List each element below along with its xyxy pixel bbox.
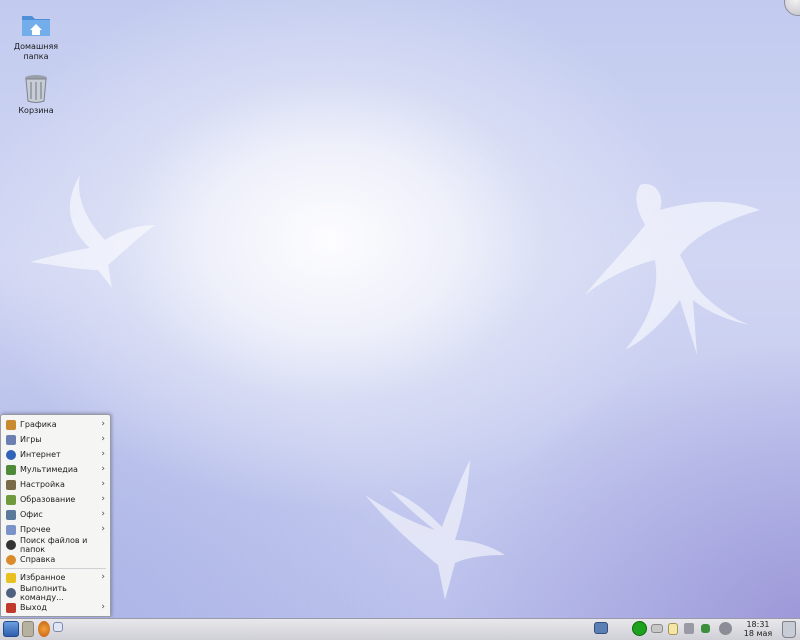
desktop-icon-label: Корзина [18, 106, 54, 115]
info-icon[interactable] [719, 622, 732, 635]
menu-item-help[interactable]: Справка [1, 552, 110, 567]
menu-item-multimedia[interactable]: Мультимедиа › [1, 462, 110, 477]
volume-icon[interactable] [684, 623, 694, 634]
menu-item-label: Избранное [20, 573, 66, 582]
menu-item-office[interactable]: Офис › [1, 507, 110, 522]
menu-item-label: Графика [20, 420, 57, 429]
menu-item-label: Образование [20, 495, 76, 504]
menu-item-find-files[interactable]: Поиск файлов и папок [1, 535, 110, 554]
clipboard-icon[interactable] [668, 623, 678, 635]
start-menu: Графика › Игры › Интернет › Мультимедиа … [0, 414, 111, 617]
browser-icon[interactable] [38, 621, 50, 637]
menu-item-graphics[interactable]: Графика › [1, 417, 110, 432]
chevron-right-icon: › [101, 464, 105, 474]
help-lifebuoy-icon [6, 554, 16, 565]
chevron-right-icon: › [101, 602, 105, 612]
menu-item-logout[interactable]: Выход › [1, 600, 110, 615]
chevron-right-icon: › [101, 524, 105, 534]
desktop-toolbox-button[interactable] [784, 0, 800, 16]
menu-separator [5, 568, 106, 569]
menu-item-label: Поиск файлов и папок [20, 535, 88, 554]
menu-item-label: Прочее [20, 525, 51, 534]
chevron-right-icon: › [101, 419, 105, 429]
chevron-right-icon: › [101, 449, 105, 459]
keyboard-icon[interactable] [651, 624, 663, 633]
trash-icon [25, 75, 47, 103]
show-desktop-icon[interactable] [22, 621, 34, 637]
education-icon [6, 494, 16, 505]
settings-icon [6, 479, 16, 490]
swallow-decoration [585, 184, 760, 355]
menu-item-education[interactable]: Образование › [1, 492, 110, 507]
globe-icon [6, 449, 16, 460]
chevron-right-icon: › [101, 479, 105, 489]
menu-item-label: Выполнить команду... [20, 583, 67, 602]
menu-item-label: Настройка [20, 480, 65, 489]
desktop-icon-label: Домашняя папка [13, 42, 59, 61]
taskbar: 18:31 18 мая [0, 618, 800, 640]
clock-date: 18 мая [743, 629, 773, 638]
menu-item-label: Справка [20, 555, 56, 564]
games-icon [6, 434, 16, 445]
menu-item-games[interactable]: Игры › [1, 432, 110, 447]
star-icon [6, 572, 16, 583]
green-status-icon[interactable] [632, 621, 647, 636]
clock-time: 18:31 [746, 620, 770, 629]
menu-item-settings[interactable]: Настройка › [1, 477, 110, 492]
home-folder-icon [22, 16, 50, 36]
chevron-right-icon: › [101, 434, 105, 444]
desktop-icon-home[interactable]: Домашняя папка [0, 8, 72, 62]
menu-item-run-command[interactable]: Выполнить команду... [1, 583, 110, 602]
menu-item-label: Интернет [20, 450, 61, 459]
monitor-icon[interactable] [594, 622, 608, 634]
binoculars-icon [6, 539, 16, 550]
chevron-right-icon: › [101, 572, 105, 582]
menu-item-label: Выход [20, 603, 47, 612]
run-command-icon [6, 587, 16, 598]
desktop-icon-trash[interactable]: Корзина [0, 72, 72, 116]
menu-item-internet[interactable]: Интернет › [1, 447, 110, 462]
menu-item-label: Мультимедиа [20, 465, 78, 474]
graphics-icon [6, 419, 16, 430]
multimedia-icon [6, 464, 16, 475]
logout-icon [6, 602, 16, 613]
network-icon[interactable] [701, 624, 710, 633]
chevron-right-icon: › [101, 494, 105, 504]
office-icon [6, 509, 16, 520]
clock[interactable]: 18:31 18 мая [740, 620, 776, 638]
swallow-decoration [365, 460, 505, 600]
menu-item-label: Офис [20, 510, 43, 519]
pager-icon[interactable] [53, 622, 63, 632]
misc-icon [6, 524, 16, 535]
chevron-right-icon: › [101, 509, 105, 519]
kde-start-button[interactable] [3, 621, 19, 637]
trash-applet-icon[interactable] [782, 621, 796, 638]
menu-item-label: Игры [20, 435, 42, 444]
swallow-decoration [30, 175, 155, 288]
